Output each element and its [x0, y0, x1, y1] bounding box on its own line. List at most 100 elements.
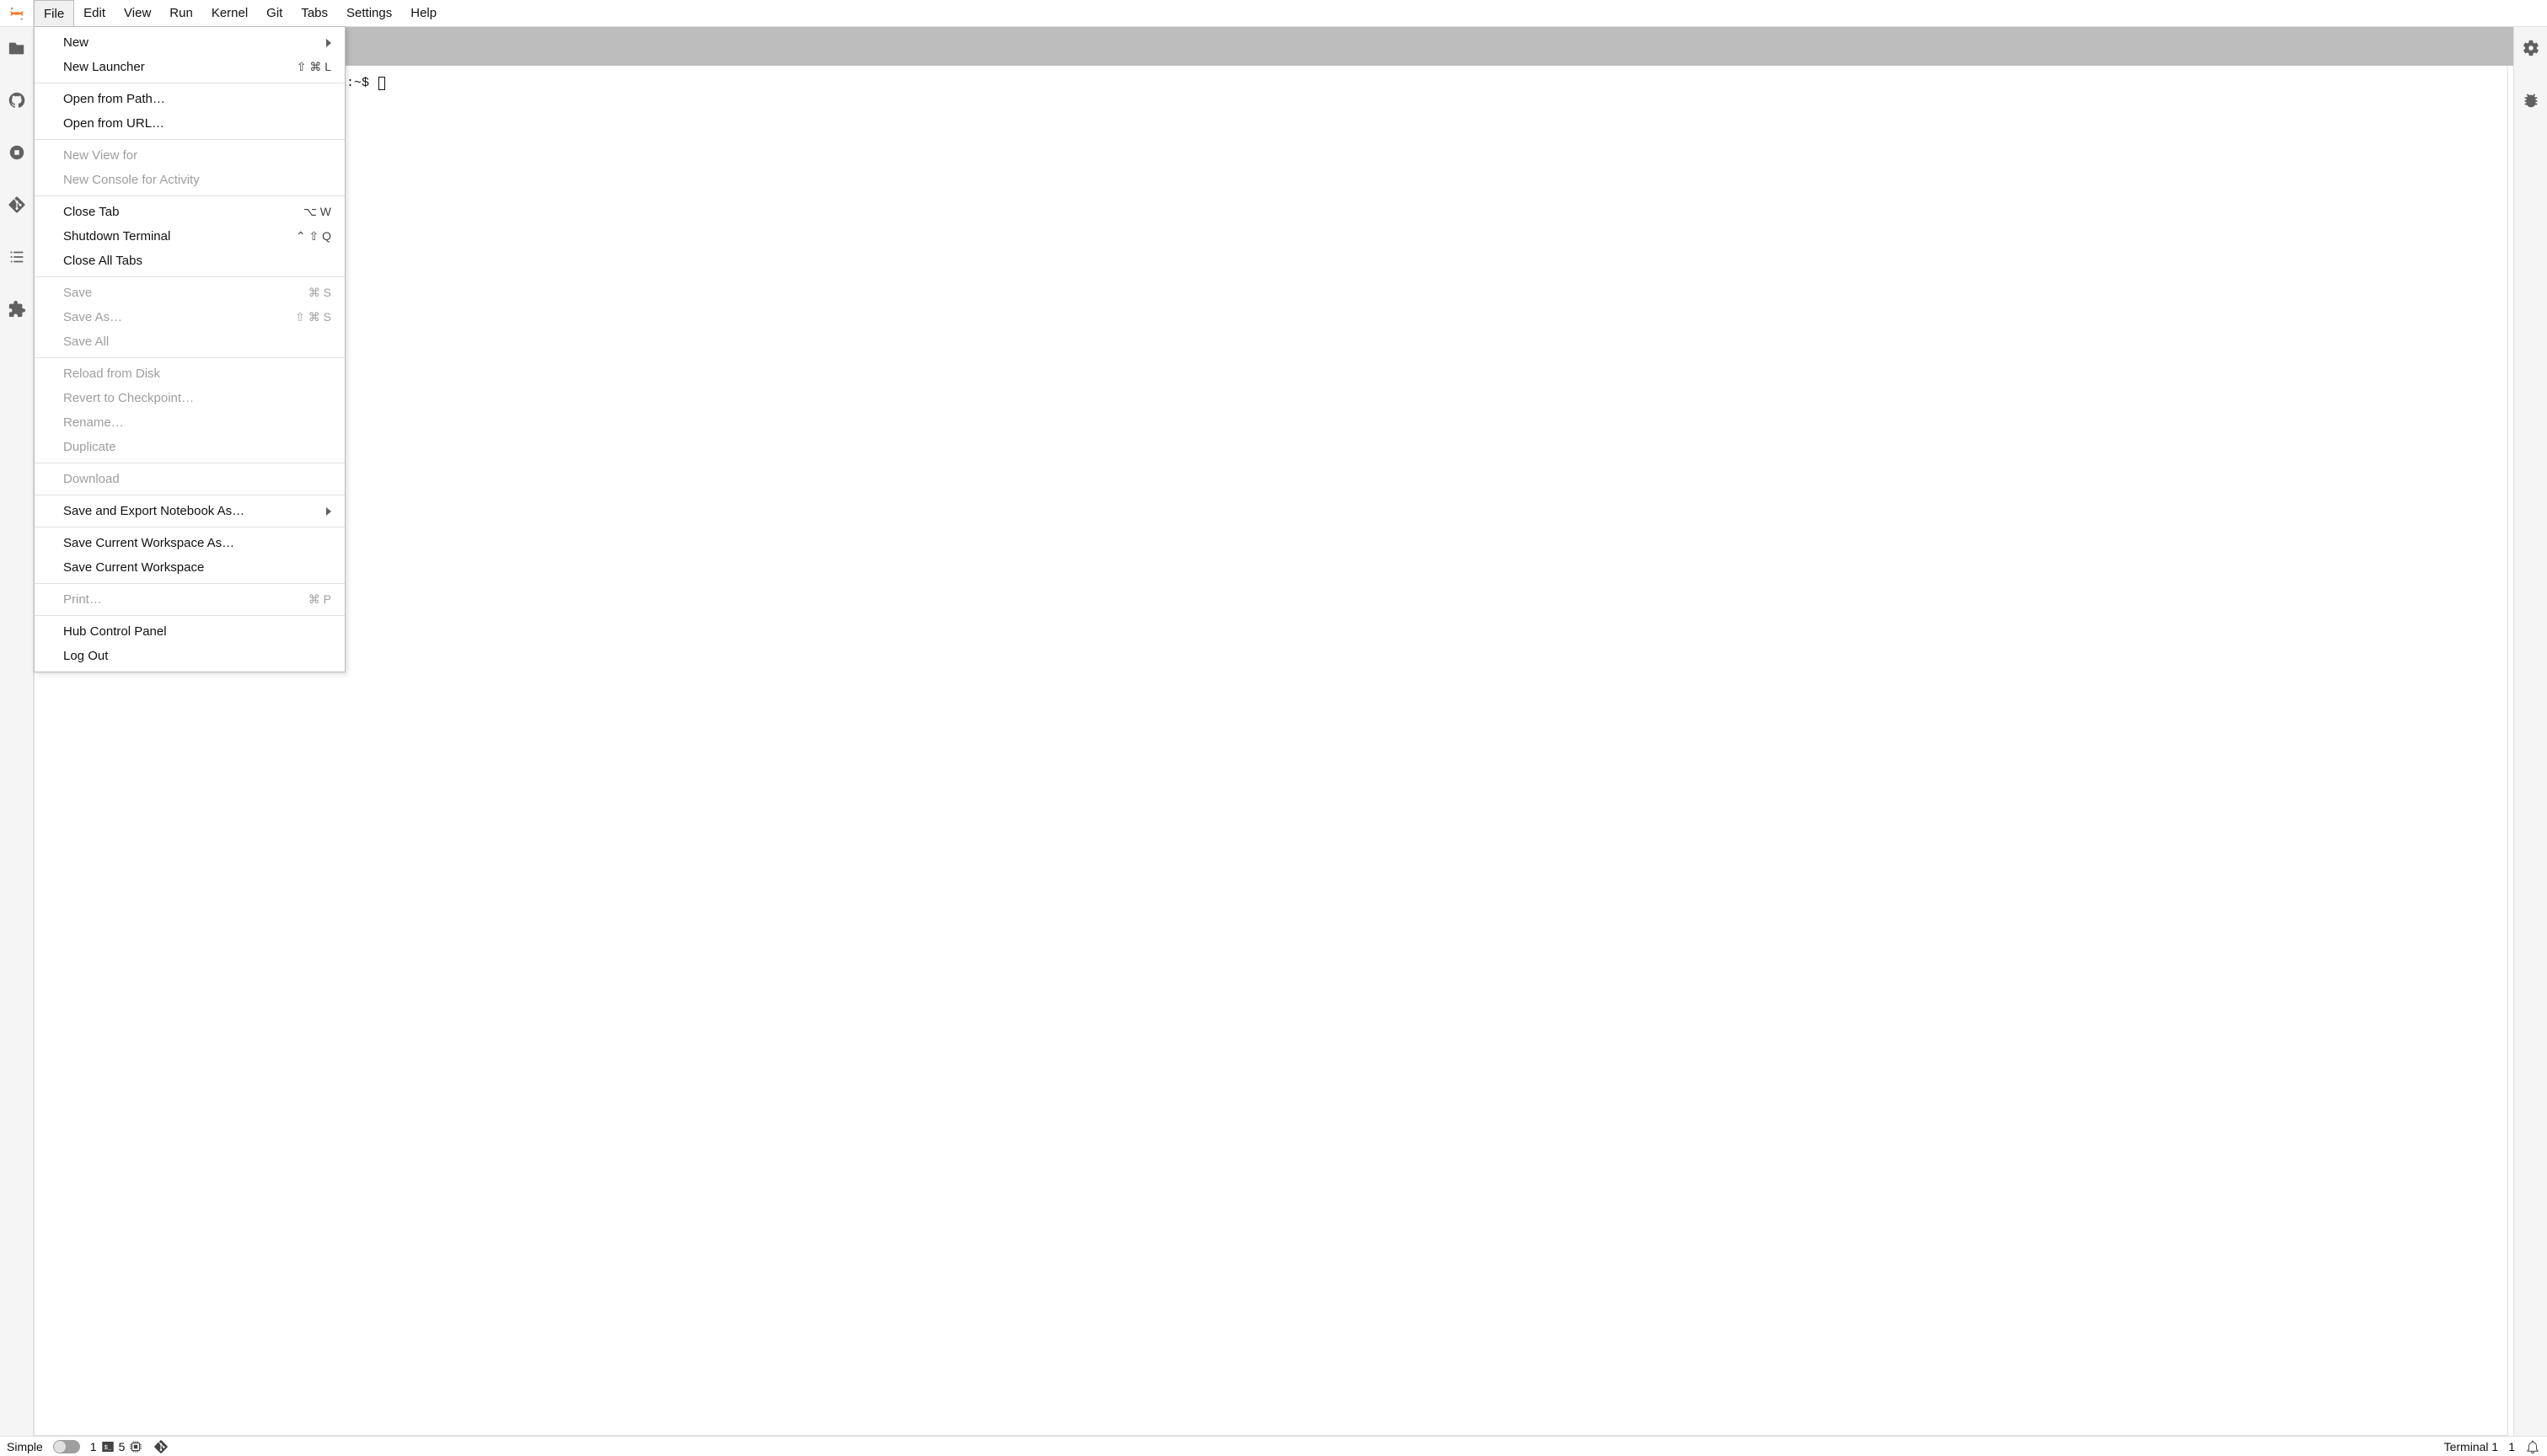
menu-separator	[35, 276, 345, 277]
menuitem-revert-to-checkpoint: Revert to Checkpoint…	[35, 386, 345, 410]
svg-text:$_: $_	[104, 1445, 112, 1452]
notification-count: 1	[2508, 1440, 2515, 1453]
menu-separator	[35, 195, 345, 196]
menuitem-download: Download	[35, 467, 345, 491]
menuitem-label: Hub Control Panel	[63, 619, 331, 644]
right-sidebar	[2513, 27, 2547, 1436]
menuitem-new-launcher[interactable]: New Launcher⇧ ⌘ L	[35, 55, 345, 79]
menu-edit[interactable]: Edit	[74, 0, 115, 26]
status-active-tab[interactable]: Terminal 1	[2444, 1440, 2499, 1453]
menuitem-label: Rename…	[63, 410, 331, 435]
menuitem-new-view-for: New View for	[35, 143, 345, 168]
menu-separator	[35, 139, 345, 140]
extensions-icon[interactable]	[8, 300, 26, 318]
menu-separator	[35, 615, 345, 616]
menuitem-save-and-export-notebook-as[interactable]: Save and Export Notebook As…	[35, 499, 345, 523]
debugger-icon[interactable]	[2522, 91, 2540, 110]
menuitem-duplicate: Duplicate	[35, 435, 345, 459]
menu-run[interactable]: Run	[160, 0, 202, 26]
git-branch-count: 1	[90, 1440, 97, 1453]
toc-icon[interactable]	[8, 248, 26, 266]
menuitem-label: Close All Tabs	[63, 249, 331, 273]
git-status-icon[interactable]	[153, 1439, 169, 1454]
menuitem-shortcut: ⌃ ⇧ Q	[296, 224, 331, 249]
menuitem-label: New Launcher	[63, 55, 297, 79]
terminal-cursor	[378, 77, 385, 90]
menuitem-shortcut: ⌘ S	[308, 281, 331, 305]
menuitem-save-current-workspace-as[interactable]: Save Current Workspace As…	[35, 531, 345, 555]
menuitem-save-all: Save All	[35, 329, 345, 354]
bell-icon[interactable]	[2525, 1439, 2540, 1454]
menuitem-label: Log Out	[63, 644, 331, 668]
simple-mode-toggle[interactable]	[53, 1440, 80, 1453]
menu-tabs[interactable]: Tabs	[292, 0, 337, 26]
menu-file[interactable]: File	[34, 0, 74, 26]
file-menu-dropdown: NewNew Launcher⇧ ⌘ L Open from Path…Open …	[34, 26, 346, 672]
menubar: FileEditViewRunKernelGitTabsSettingsHelp	[0, 0, 2547, 27]
menuitem-save: Save⌘ S	[35, 281, 345, 305]
menuitem-label: Save Current Workspace	[63, 555, 331, 580]
terminal-content[interactable]: notebook@jupyterhub-1712060191-jupyter-1…	[34, 66, 2508, 1436]
menuitem-label: Duplicate	[63, 435, 331, 459]
menuitem-label: Revert to Checkpoint…	[63, 386, 331, 410]
left-sidebar	[0, 27, 34, 1436]
menuitem-save-as: Save As…⇧ ⌘ S	[35, 305, 345, 329]
menu-separator	[35, 357, 345, 358]
submenu-caret-icon	[326, 507, 331, 516]
running-icon[interactable]	[8, 143, 26, 162]
menuitem-log-out[interactable]: Log Out	[35, 644, 345, 668]
menu-help[interactable]: Help	[401, 0, 446, 26]
simple-mode-label: Simple	[7, 1440, 43, 1453]
menuitem-label: Save As…	[63, 305, 295, 329]
menuitem-label: New	[63, 30, 326, 55]
menuitem-close-tab[interactable]: Close Tab⌥ W	[35, 200, 345, 224]
menu-git[interactable]: Git	[257, 0, 292, 26]
filebrowser-icon[interactable]	[8, 39, 26, 57]
menuitem-label: Save All	[63, 329, 331, 354]
menuitem-shortcut: ⌘ P	[308, 587, 331, 612]
menuitem-new-console-for-activity: New Console for Activity	[35, 168, 345, 192]
menuitem-label: Reload from Disk	[63, 361, 331, 386]
kernel-status-icon[interactable]	[128, 1439, 143, 1454]
menuitem-label: Save Current Workspace As…	[63, 531, 331, 555]
terminal-count: 5	[119, 1440, 126, 1453]
terminal-status-icon[interactable]: $_	[100, 1439, 115, 1454]
menuitem-label: New View for	[63, 143, 331, 168]
menuitem-close-all-tabs[interactable]: Close All Tabs	[35, 249, 345, 273]
menuitem-print: Print…⌘ P	[35, 587, 345, 612]
property-inspector-icon[interactable]	[2522, 39, 2540, 57]
main-area: $_ Terminal 1 ✕ + notebook@jupyterhub-17…	[0, 27, 2547, 1436]
menuitem-open-from-path[interactable]: Open from Path…	[35, 87, 345, 111]
menuitem-label: Open from Path…	[63, 87, 331, 111]
status-bar: Simple 1 $_ 5 Terminal 1 1	[0, 1436, 2547, 1456]
submenu-caret-icon	[326, 39, 331, 47]
git-icon[interactable]	[8, 195, 26, 214]
menuitem-rename: Rename…	[35, 410, 345, 435]
menuitem-label: Open from URL…	[63, 111, 331, 136]
menu-view[interactable]: View	[115, 0, 160, 26]
menuitem-reload-from-disk: Reload from Disk	[35, 361, 345, 386]
menuitem-shutdown-terminal[interactable]: Shutdown Terminal⌃ ⇧ Q	[35, 224, 345, 249]
dock-panel: $_ Terminal 1 ✕ + notebook@jupyterhub-17…	[34, 27, 2513, 1436]
menuitem-label: Close Tab	[63, 200, 303, 224]
menuitem-save-current-workspace[interactable]: Save Current Workspace	[35, 555, 345, 580]
menuitem-open-from-url[interactable]: Open from URL…	[35, 111, 345, 136]
menu-settings[interactable]: Settings	[337, 0, 401, 26]
jupyter-logo[interactable]	[0, 0, 34, 26]
jupyter-logo-icon	[8, 5, 25, 22]
menuitem-shortcut: ⇧ ⌘ L	[297, 55, 331, 79]
menuitem-shortcut: ⇧ ⌘ S	[295, 305, 331, 329]
menuitem-label: Shutdown Terminal	[63, 224, 296, 249]
menuitem-label: Save	[63, 281, 308, 305]
menuitem-hub-control-panel[interactable]: Hub Control Panel	[35, 619, 345, 644]
menu-kernel[interactable]: Kernel	[202, 0, 257, 26]
menuitem-shortcut: ⌥ W	[303, 200, 331, 224]
tab-bar: $_ Terminal 1 ✕ +	[34, 27, 2513, 66]
menu-separator	[35, 583, 345, 584]
menuitem-label: Print…	[63, 587, 308, 612]
menuitem-label: New Console for Activity	[63, 168, 331, 192]
menuitem-new[interactable]: New	[35, 30, 345, 55]
menuitem-label: Save and Export Notebook As…	[63, 499, 326, 523]
github-icon[interactable]	[8, 91, 26, 110]
menuitem-label: Download	[63, 467, 331, 491]
